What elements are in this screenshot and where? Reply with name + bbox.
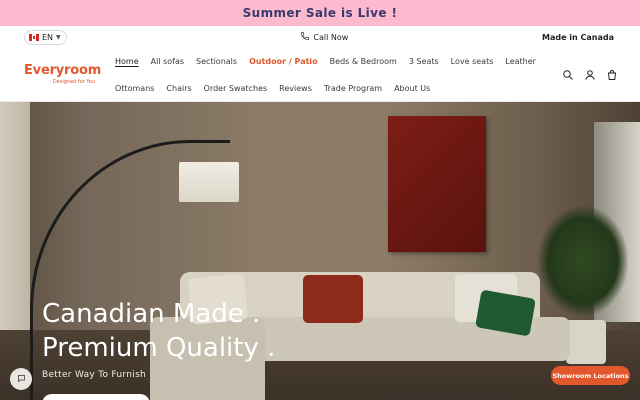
- nav-ottomans[interactable]: Ottomans: [115, 84, 154, 93]
- utility-bar: EN ▼ Call Now Made in Canada: [0, 26, 640, 48]
- nav-sectionals[interactable]: Sectionals: [196, 57, 237, 66]
- main-nav: Home All sofas Sectionals Outdoor / Pati…: [115, 48, 536, 102]
- nav-about-us[interactable]: About Us: [394, 84, 430, 93]
- hero-cta-button[interactable]: [42, 394, 150, 400]
- chat-button[interactable]: [10, 368, 32, 390]
- nav-love-seats[interactable]: Love seats: [451, 57, 494, 66]
- nav-trade-program[interactable]: Trade Program: [324, 84, 382, 93]
- hero-title-line-1: Canadian Made .: [42, 299, 261, 329]
- announcement-text: Summer Sale is Live !: [242, 6, 398, 20]
- language-label: EN: [42, 32, 54, 42]
- nav-order-swatches[interactable]: Order Swatches: [204, 84, 268, 93]
- hero-wall-art: [388, 116, 486, 252]
- site-header: Everyroom Designed for You Home All sofa…: [0, 48, 640, 102]
- nav-beds-bedroom[interactable]: Beds & Bedroom: [330, 57, 397, 66]
- call-now-label: Call Now: [313, 32, 349, 42]
- logo-tagline: Designed for You: [52, 79, 95, 85]
- nav-all-sofas[interactable]: All sofas: [151, 57, 184, 66]
- hero-plant: [538, 206, 628, 316]
- chevron-down-icon: ▼: [56, 33, 61, 41]
- nav-row-2: Ottomans Chairs Order Swatches Reviews T…: [115, 75, 535, 102]
- hero-pillow-red: [303, 275, 363, 323]
- call-now-link[interactable]: Call Now: [300, 31, 348, 43]
- canada-flag-icon: [29, 33, 39, 41]
- nav-3-seats[interactable]: 3 Seats: [409, 57, 439, 66]
- nav-row-1: Home All sofas Sectionals Outdoor / Pati…: [115, 48, 536, 75]
- account-icon[interactable]: [584, 66, 596, 80]
- header-icons: [562, 66, 618, 80]
- nav-chairs[interactable]: Chairs: [166, 84, 191, 93]
- cart-icon[interactable]: [606, 66, 618, 80]
- announcement-bar: Summer Sale is Live !: [0, 0, 640, 26]
- nav-reviews[interactable]: Reviews: [279, 84, 312, 93]
- nav-home[interactable]: Home: [115, 57, 139, 66]
- logo[interactable]: Everyroom Designed for You: [0, 63, 115, 86]
- showroom-locations-button[interactable]: Showroom Locations: [551, 366, 630, 385]
- hero-plant-pot: [566, 320, 606, 364]
- language-selector[interactable]: EN ▼: [24, 29, 67, 45]
- hero-lamp-shade: [179, 162, 239, 202]
- logo-name: Everyroom: [24, 63, 102, 78]
- chat-icon: [17, 374, 26, 385]
- hero-banner: Canadian Made . Premium Quality . Better…: [0, 102, 640, 400]
- search-icon[interactable]: [562, 66, 574, 80]
- phone-icon: [300, 31, 310, 43]
- hero-title: Canadian Made . Premium Quality .: [42, 297, 275, 365]
- hero-title-line-2: Premium Quality .: [42, 333, 276, 363]
- nav-leather[interactable]: Leather: [505, 57, 536, 66]
- made-in-canada: Made in Canada: [541, 32, 614, 42]
- hero-subtitle: Better Way To Furnish: [42, 370, 147, 380]
- nav-outdoor-patio[interactable]: Outdoor / Patio: [249, 57, 318, 66]
